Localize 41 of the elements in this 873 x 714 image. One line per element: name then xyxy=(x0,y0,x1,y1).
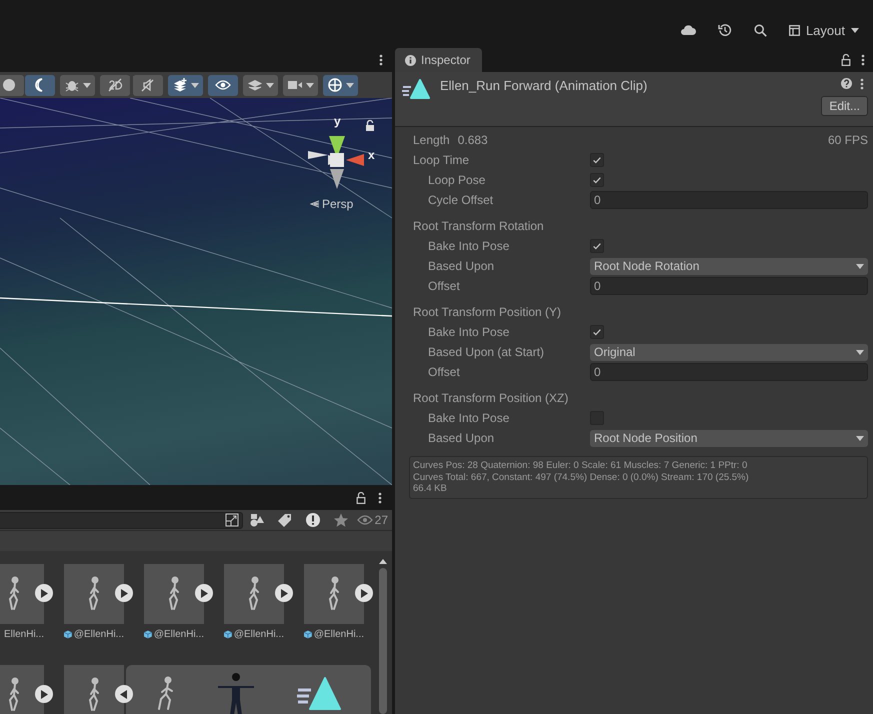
asset-name[interactable]: @EllenHi... xyxy=(74,629,124,640)
asset-name[interactable]: @EllenHi... xyxy=(234,629,284,640)
axis-label: x xyxy=(368,148,375,162)
scene-viewport[interactable]: y x Persp xyxy=(0,98,392,485)
dropdown[interactable]: Original xyxy=(590,344,868,360)
layout-dropdown[interactable]: Layout xyxy=(788,22,859,38)
dropdown-value: Root Node Rotation xyxy=(594,259,700,273)
number-field[interactable]: 0 xyxy=(590,363,868,381)
section-heading: Root Transform Position (Y) xyxy=(413,305,562,319)
field-label: Bake Into Pose xyxy=(427,411,510,425)
edit-button[interactable]: Edit... xyxy=(821,96,868,116)
field-label: Based Upon xyxy=(427,259,496,273)
dropdown[interactable]: Root Node Position xyxy=(590,430,868,446)
field-label: Offset xyxy=(427,279,461,293)
number-field[interactable]: 0 xyxy=(590,277,868,295)
asset-name[interactable]: EllenHi... xyxy=(4,629,44,640)
field-label: Offset xyxy=(427,365,461,379)
field-label: Loop Time xyxy=(413,153,470,167)
field-label: Bake Into Pose xyxy=(427,239,510,253)
field-label: Based Upon xyxy=(427,431,496,445)
axis-label: y xyxy=(334,114,341,128)
dropdown-value: Root Node Position xyxy=(594,431,698,445)
length-label: Length xyxy=(413,133,450,147)
projection-toggle[interactable]: Persp xyxy=(310,197,354,211)
field-label: Cycle Offset xyxy=(427,193,494,207)
section-heading: Root Transform Position (XZ) xyxy=(413,391,570,405)
section-heading: Root Transform Rotation xyxy=(413,219,545,233)
field-label: Bake Into Pose xyxy=(427,325,510,339)
visible-count[interactable]: 27 xyxy=(354,513,392,527)
frame-rate: 60 FPS xyxy=(828,133,868,147)
length-value: 0.683 xyxy=(458,133,488,147)
dropdown-value: Original xyxy=(594,345,636,359)
asset-name[interactable]: @EllenHi... xyxy=(154,629,204,640)
asset-title: Ellen_Run Forward (Animation Clip) xyxy=(440,78,648,93)
field-label: Based Upon (at Start) xyxy=(427,345,546,359)
asset-name[interactable]: @EllenHi... xyxy=(314,629,364,640)
dropdown[interactable]: Root Node Rotation xyxy=(590,258,868,274)
field-label: Loop Pose xyxy=(427,173,486,187)
number-field[interactable]: 0 xyxy=(590,191,868,209)
curve-info-box: Curves Pos: 28 Quaternion: 98 Euler: 0 Scale: 61 Muscles: 7 Generic: 1 PPtr: 0 Curves Total: 667, Constant: 497 (74.5%) Dense: 0 (0.0%) Stream: 170 (25.5%) 66.4 KB xyxy=(409,456,868,498)
inspector-tab[interactable]: Inspector xyxy=(395,48,482,72)
